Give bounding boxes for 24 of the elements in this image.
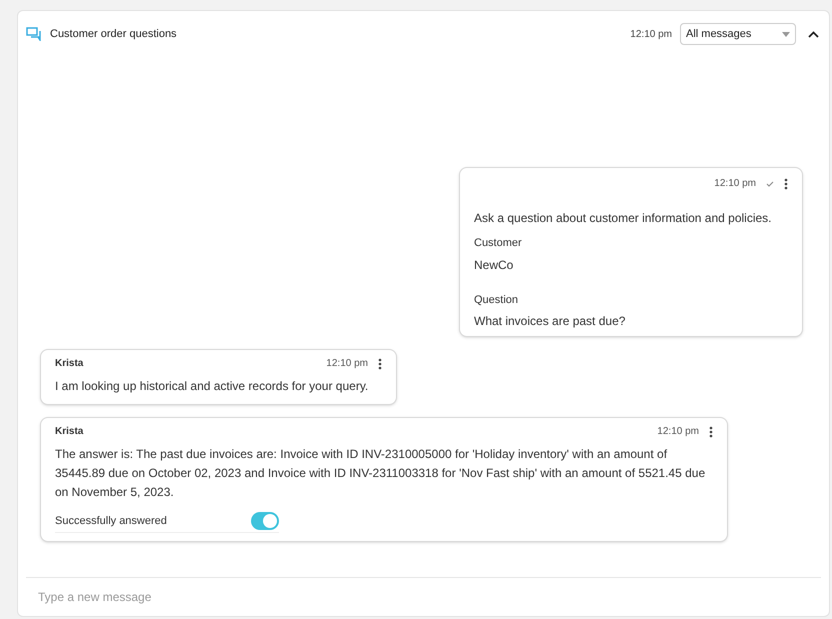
collapse-icon[interactable] xyxy=(808,30,819,38)
more-options-icon[interactable] xyxy=(784,178,788,190)
message-input[interactable]: Type a new message xyxy=(18,578,829,616)
header-time: 12:10 pm xyxy=(630,28,672,42)
field-value: What invoices are past due? xyxy=(474,313,626,330)
field-label: Customer xyxy=(474,236,523,251)
conversation-title: Customer order questions xyxy=(50,26,177,42)
message-text: The answer is: The past due invoices are: Invoice with ID INV-2310005000 for 'Holiday inventory' with an amount of 35445.89 due on October 02, 2023 and Invoice with ID INV-2311003318 for 'Nov Fast ship' with an amount of 5521.45 due on November 5, 2023. xyxy=(55,446,706,501)
message-text: Ask a question about customer information and policies. xyxy=(474,210,772,227)
more-options-icon[interactable] xyxy=(709,426,713,438)
more-options-icon[interactable] xyxy=(378,358,382,370)
toggle-switch[interactable] xyxy=(251,512,279,530)
field-value: NewCo xyxy=(474,256,514,274)
message-text: I am looking up historical and active records for your query. xyxy=(55,378,370,395)
message-filter-dropdown[interactable]: All messages xyxy=(680,23,796,45)
message-time: 12:10 pm xyxy=(657,425,699,439)
caret-icon xyxy=(782,32,790,36)
toggle-label: Successfully answered xyxy=(55,514,167,529)
sender-name: Krista xyxy=(55,425,84,439)
message-time: 12:10 pm xyxy=(326,357,368,371)
chat-icon xyxy=(26,27,42,41)
sender-name: Krista xyxy=(55,357,84,371)
field-label: Question xyxy=(474,292,520,308)
message-time: 12:10 pm xyxy=(714,177,756,191)
